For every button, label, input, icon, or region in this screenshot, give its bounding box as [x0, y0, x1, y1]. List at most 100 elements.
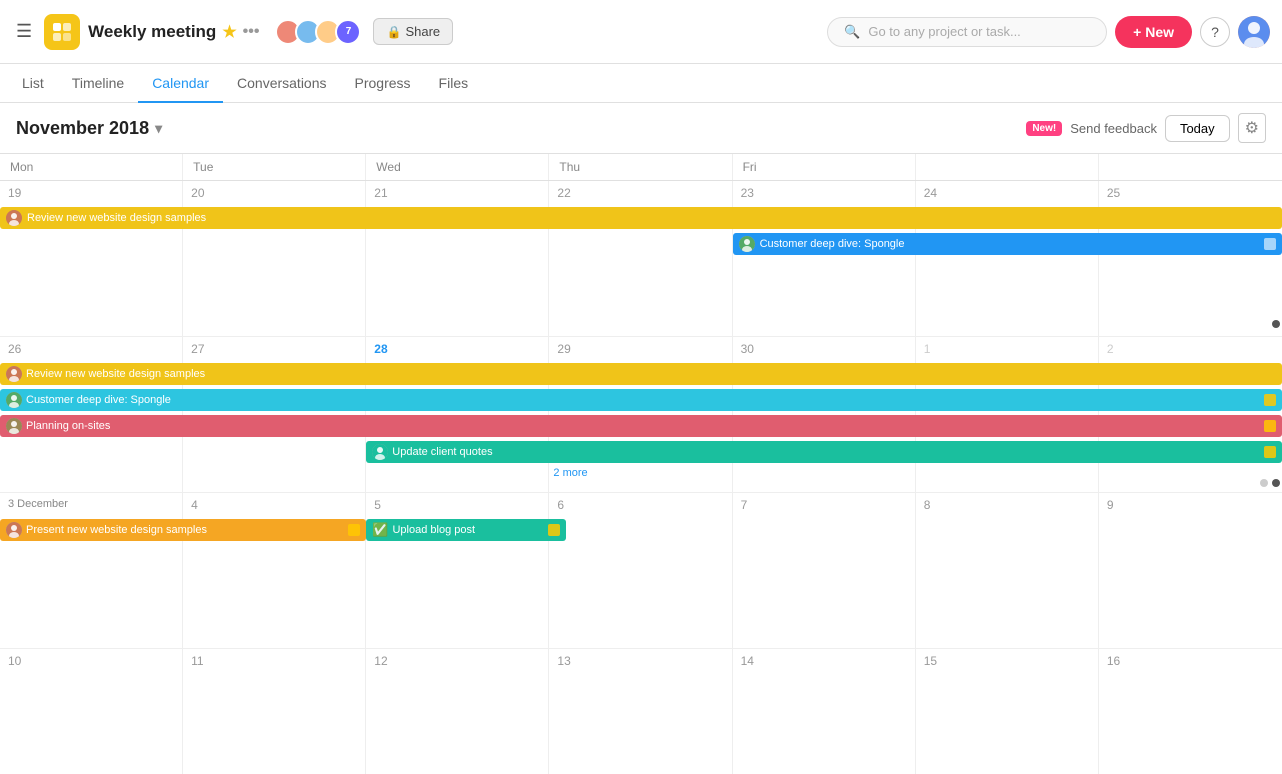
- tab-conversations[interactable]: Conversations: [223, 65, 341, 103]
- event-row-2b: Customer deep dive: Spongle: [0, 389, 1282, 411]
- topbar: ☰ Weekly meeting ★ ••• 7 🔒 Share 🔍 Go to…: [0, 0, 1282, 64]
- day-num-4dec: 4: [191, 498, 198, 512]
- day-num-29: 29: [557, 342, 570, 356]
- help-button[interactable]: ?: [1200, 17, 1230, 47]
- day-header-thu: Thu: [549, 154, 732, 180]
- event-end-icon-2c: [1264, 420, 1276, 432]
- tab-files[interactable]: Files: [425, 65, 483, 103]
- day-8dec: 8: [916, 493, 1099, 648]
- event-label: Review new website design samples: [26, 368, 205, 380]
- day-header-wed: Wed: [366, 154, 549, 180]
- event-avatar-2d: [372, 444, 388, 460]
- day-25: 25: [1099, 181, 1282, 336]
- day-num-16dec: 16: [1107, 654, 1120, 668]
- tab-progress[interactable]: Progress: [341, 65, 425, 103]
- new-button[interactable]: + New: [1115, 16, 1192, 48]
- new-badge: New!: [1026, 121, 1062, 136]
- day-num-2: 2: [1107, 342, 1114, 356]
- today-button[interactable]: Today: [1165, 115, 1230, 142]
- day-header-mon: Mon: [0, 154, 183, 180]
- day-num-8dec: 8: [924, 498, 931, 512]
- star-icon[interactable]: ★: [222, 22, 236, 42]
- day-19: 19: [0, 181, 183, 336]
- day-num-27: 27: [191, 342, 204, 356]
- event-planning-onsites[interactable]: Planning on-sites: [0, 415, 1282, 437]
- day-7dec: 7: [733, 493, 916, 648]
- day-num-26: 26: [8, 342, 21, 356]
- project-title-text: Weekly meeting: [88, 22, 216, 42]
- week-row-1: 19 20 21 22 23 24 25 Review new website …: [0, 181, 1282, 337]
- more-link-w2[interactable]: 2 more: [553, 467, 587, 479]
- event-upload-blog[interactable]: ✅ Upload blog post: [366, 519, 566, 541]
- event-avatar-2: [739, 236, 755, 252]
- month-label: November 2018: [16, 118, 149, 139]
- event-label: Present new website design samples: [26, 524, 207, 536]
- event-end-icon-2d: [1264, 446, 1276, 458]
- day-9dec: 9: [1099, 493, 1282, 648]
- topbar-left: ☰ Weekly meeting ★ ••• 7 🔒 Share: [12, 14, 453, 50]
- month-title[interactable]: November 2018 ▾: [16, 118, 162, 139]
- day-6dec: 6: [549, 493, 732, 648]
- day-16dec: 16: [1099, 649, 1282, 774]
- day-12dec: 12: [366, 649, 549, 774]
- day-4dec: 4: [183, 493, 366, 648]
- day-num-24: 24: [924, 186, 937, 200]
- day-24: 24: [916, 181, 1099, 336]
- chevron-down-icon: ▾: [155, 120, 162, 137]
- event-label: Review new website design samples: [27, 212, 206, 224]
- avatar-count: 7: [335, 19, 361, 45]
- hamburger-icon[interactable]: ☰: [12, 17, 36, 46]
- event-avatar-3a: [6, 522, 22, 538]
- event-row-2c: Planning on-sites: [0, 415, 1282, 437]
- event-review-design-w2[interactable]: Review new website design samples: [0, 363, 1282, 385]
- tab-calendar[interactable]: Calendar: [138, 65, 223, 103]
- event-row-1a: Review new website design samples: [0, 207, 1282, 229]
- event-review-design-w1[interactable]: Review new website design samples: [0, 207, 1282, 229]
- day-20: 20: [183, 181, 366, 336]
- event-end-icon-3a: [348, 524, 360, 536]
- more-icon[interactable]: •••: [243, 23, 260, 41]
- event-row-2a: Review new website design samples: [0, 363, 1282, 385]
- event-avatar-2b: [6, 392, 22, 408]
- event-customer-dive-w1[interactable]: Customer deep dive: Spongle: [733, 233, 1282, 255]
- event-label: Update client quotes: [392, 446, 492, 458]
- share-label: Share: [405, 24, 440, 39]
- search-placeholder: Go to any project or task...: [868, 24, 1020, 39]
- day-num-22: 22: [557, 186, 570, 200]
- event-end-icon-2b: [1264, 394, 1276, 406]
- event-present-design[interactable]: Present new website design samples: [0, 519, 366, 541]
- day-num-1: 1: [924, 342, 931, 356]
- day-num-21: 21: [374, 186, 387, 200]
- event-customer-dive-w2[interactable]: Customer deep dive: Spongle: [0, 389, 1282, 411]
- event-update-quotes[interactable]: Update client quotes: [366, 441, 1282, 463]
- share-button[interactable]: 🔒 Share: [373, 18, 453, 45]
- day-num-13dec: 13: [557, 654, 570, 668]
- day-num-30: 30: [741, 342, 754, 356]
- project-avatars: 7: [275, 19, 361, 45]
- day-num-28: 28: [374, 342, 387, 356]
- check-icon: ✅: [372, 522, 388, 538]
- tab-list[interactable]: List: [8, 65, 58, 103]
- day-num-19: 19: [8, 186, 21, 200]
- day-11dec: 11: [183, 649, 366, 774]
- day-14dec: 14: [733, 649, 916, 774]
- nav-tabs: List Timeline Calendar Conversations Pro…: [0, 64, 1282, 103]
- event-avatar-1: [6, 210, 22, 226]
- user-avatar[interactable]: [1238, 16, 1270, 48]
- lock-icon: 🔒: [386, 25, 401, 39]
- project-title-area: Weekly meeting ★ •••: [88, 22, 259, 42]
- send-feedback-link[interactable]: Send feedback: [1070, 121, 1157, 136]
- event-end-icon-3b: [548, 524, 560, 536]
- search-bar[interactable]: 🔍 Go to any project or task...: [827, 17, 1107, 47]
- day-header-fri: Fri: [733, 154, 916, 180]
- event-row-1b: Customer deep dive: Spongle: [733, 233, 1282, 255]
- week-row-3: 3 December 4 5 6 7 8 9 Present new websi…: [0, 493, 1282, 649]
- day-num-9dec: 9: [1107, 498, 1114, 512]
- week2-indicators: [1260, 479, 1280, 487]
- event-avatar-2c: [6, 418, 22, 434]
- tab-timeline[interactable]: Timeline: [58, 65, 138, 103]
- settings-icon[interactable]: ⚙: [1238, 113, 1266, 143]
- day-23: 23: [733, 181, 916, 336]
- day-num-5dec: 5: [374, 498, 381, 512]
- week-1-cells: 19 20 21 22 23 24 25: [0, 181, 1282, 337]
